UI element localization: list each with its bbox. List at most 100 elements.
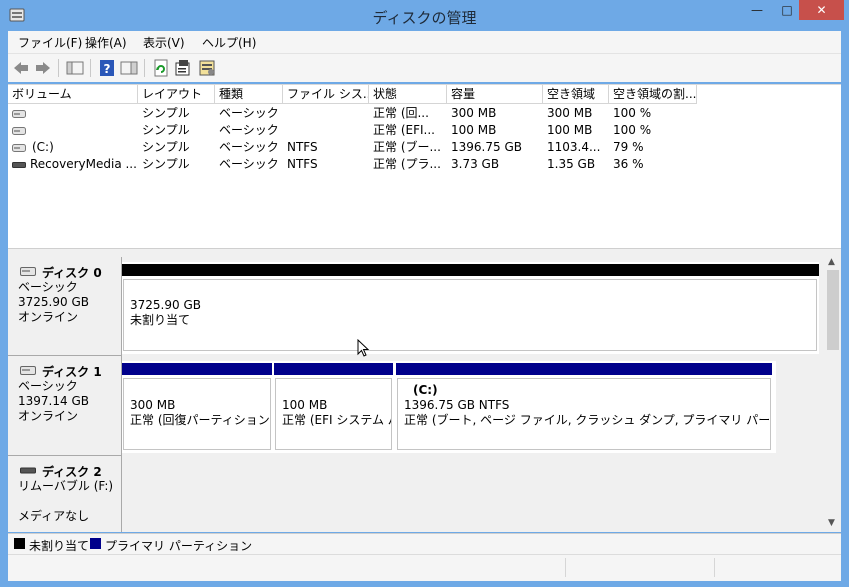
free-space-cell: 1.35 GB <box>547 157 596 171</box>
toolbar-separator <box>144 59 145 77</box>
status-cell: 正常 (ブー... <box>373 140 441 154</box>
percent-free-cell: 100 % <box>613 123 652 137</box>
volume-name-cell: RecoveryMedia ... <box>30 157 137 171</box>
status-segment <box>714 558 715 577</box>
show-hide-console-tree-icon[interactable] <box>65 58 85 78</box>
disk-management-window: ディスクの管理 — □ ✕ ファイル(F) 操作(A) 表示(V) ヘルプ(H)… <box>0 0 849 587</box>
help-icon[interactable]: ? <box>97 58 117 78</box>
legend-swatch-unallocated <box>14 538 25 549</box>
scroll-up-icon[interactable]: ▲ <box>828 257 835 267</box>
disk-icon <box>20 366 36 375</box>
free-space-cell: 1103.4... <box>547 140 601 154</box>
maximize-button[interactable]: □ <box>772 0 802 20</box>
disk-type: ベーシック <box>18 379 78 393</box>
disk-settings-icon[interactable] <box>197 58 217 78</box>
volume-name-cell: (C:) <box>32 140 54 154</box>
forward-icon[interactable] <box>33 58 53 78</box>
volume-name-cell <box>28 122 138 139</box>
menu-action[interactable]: 操作(A) <box>85 34 127 51</box>
primary-partition-bar <box>122 363 272 375</box>
disk-2-label[interactable]: ディスク 2 リムーバブル (F:) メディアなし <box>8 456 122 532</box>
title-bar[interactable]: ディスクの管理 — □ ✕ <box>0 0 849 31</box>
vertical-scrollbar[interactable]: ▲ ▼ <box>825 257 841 532</box>
partition-title: (C:) <box>413 383 438 397</box>
menu-help[interactable]: ヘルプ(H) <box>202 34 256 51</box>
back-icon[interactable] <box>11 58 31 78</box>
toolbar-separator <box>58 59 59 77</box>
refresh-icon[interactable] <box>151 58 171 78</box>
scroll-down-icon[interactable]: ▼ <box>828 518 835 528</box>
table-row[interactable]: シンプル ベーシック 正常 (EFI... 100 MB 100 MB 100 … <box>8 122 841 139</box>
file-system-cell <box>283 105 369 122</box>
disk-1-partition-area: 300 MB 正常 (回復パーティション) 100 MB 正常 (EFI システ… <box>122 361 776 453</box>
column-type[interactable]: 種類 <box>215 85 283 104</box>
partition-status: 正常 (回復パーティション) <box>130 413 271 427</box>
disk-size: 3725.90 GB <box>18 295 89 309</box>
svg-text:?: ? <box>104 62 111 76</box>
type-cell: ベーシック <box>219 157 279 171</box>
properties-icon[interactable] <box>173 58 193 78</box>
volume-list: ボリューム レイアウト 種類 ファイル シス... 状態 容量 空き領域 空き領… <box>8 84 841 249</box>
disk-size: 1397.14 GB <box>18 394 89 408</box>
show-hide-action-pane-icon[interactable] <box>119 58 139 78</box>
scroll-thumb[interactable] <box>827 270 839 350</box>
partition-size: 1396.75 GB NTFS <box>404 398 510 412</box>
type-cell: ベーシック <box>219 140 279 154</box>
disk-graphical-view: ディスク 0 ベーシック 3725.90 GB オンライン 3725.90 GB… <box>8 257 841 532</box>
file-system-cell: NTFS <box>287 140 318 154</box>
capacity-cell: 300 MB <box>451 106 497 120</box>
layout-cell: シンプル <box>142 140 190 154</box>
disk-icon <box>20 267 36 276</box>
unallocated-bar <box>122 264 819 276</box>
table-row[interactable]: (C:) シンプル ベーシック NTFS 正常 (ブー... 1396.75 G… <box>8 139 841 156</box>
status-cell: 正常 (回... <box>373 106 429 120</box>
partition-status: 未割り当て <box>130 313 191 327</box>
disk-status: オンライン <box>18 409 79 423</box>
c-drive-partition[interactable]: (C:) 1396.75 GB NTFS 正常 (ブート, ページ ファイル, … <box>397 378 771 450</box>
type-cell: ベーシック <box>219 123 279 137</box>
capacity-cell: 3.73 GB <box>451 157 500 171</box>
menu-view[interactable]: 表示(V) <box>143 34 185 51</box>
column-layout[interactable]: レイアウト <box>138 85 215 104</box>
menu-bar: ファイル(F) 操作(A) 表示(V) ヘルプ(H) <box>8 31 841 53</box>
unallocated-partition[interactable]: 3725.90 GB 未割り当て <box>123 279 817 351</box>
minimize-button[interactable]: — <box>742 0 772 20</box>
recovery-partition[interactable]: 300 MB 正常 (回復パーティション) <box>123 378 271 450</box>
partition-status: 正常 (ブート, ページ ファイル, クラッシュ ダンプ, プライマリ パーティ… <box>404 413 771 427</box>
column-free-space[interactable]: 空き領域 <box>543 85 609 104</box>
status-segment <box>565 558 566 577</box>
primary-partition-bar <box>274 363 393 375</box>
free-space-cell: 300 MB <box>547 106 593 120</box>
column-volume[interactable]: ボリューム <box>8 85 138 104</box>
column-status[interactable]: 状態 <box>369 85 447 104</box>
column-capacity[interactable]: 容量 <box>447 85 543 104</box>
partition-size: 3725.90 GB <box>130 298 201 312</box>
partition-status: 正常 (EFI システム パ <box>282 413 392 427</box>
disk-type: リムーバブル (F:) <box>18 479 114 493</box>
volume-name-cell <box>28 105 138 122</box>
table-row[interactable]: RecoveryMedia ... シンプル ベーシック NTFS 正常 (プラ… <box>8 156 841 173</box>
removable-volume-icon <box>12 162 26 168</box>
close-button[interactable]: ✕ <box>799 0 844 20</box>
legend-swatch-primary <box>90 538 101 549</box>
efi-system-partition[interactable]: 100 MB 正常 (EFI システム パ <box>275 378 392 450</box>
disk-0-label[interactable]: ディスク 0 ベーシック 3725.90 GB オンライン <box>8 257 122 356</box>
primary-partition-bar <box>396 363 772 375</box>
toolbar: ? <box>8 53 841 82</box>
removable-disk-icon <box>20 467 36 474</box>
disk-1-name-row: ディスク 1 <box>18 363 121 379</box>
window-title: ディスクの管理 <box>372 9 477 27</box>
volume-icon <box>12 144 26 152</box>
disk-1-label[interactable]: ディスク 1 ベーシック 1397.14 GB オンライン <box>8 356 122 456</box>
capacity-cell: 1396.75 GB <box>451 140 522 154</box>
menu-file[interactable]: ファイル(F) <box>18 34 82 51</box>
disk-status: メディアなし <box>18 509 90 523</box>
column-percent-free[interactable]: 空き領域の割... <box>609 85 697 104</box>
disk-0-partition-area: 3725.90 GB 未割り当て <box>122 262 819 354</box>
column-file-system[interactable]: ファイル シス... <box>283 85 369 104</box>
table-row[interactable]: シンプル ベーシック 正常 (回... 300 MB 300 MB 100 % <box>8 105 841 122</box>
disk-status: オンライン <box>18 310 79 324</box>
file-system-cell: NTFS <box>287 157 318 171</box>
mouse-pointer-icon <box>357 339 370 357</box>
legend-label-unallocated: 未割り当て <box>29 539 90 553</box>
